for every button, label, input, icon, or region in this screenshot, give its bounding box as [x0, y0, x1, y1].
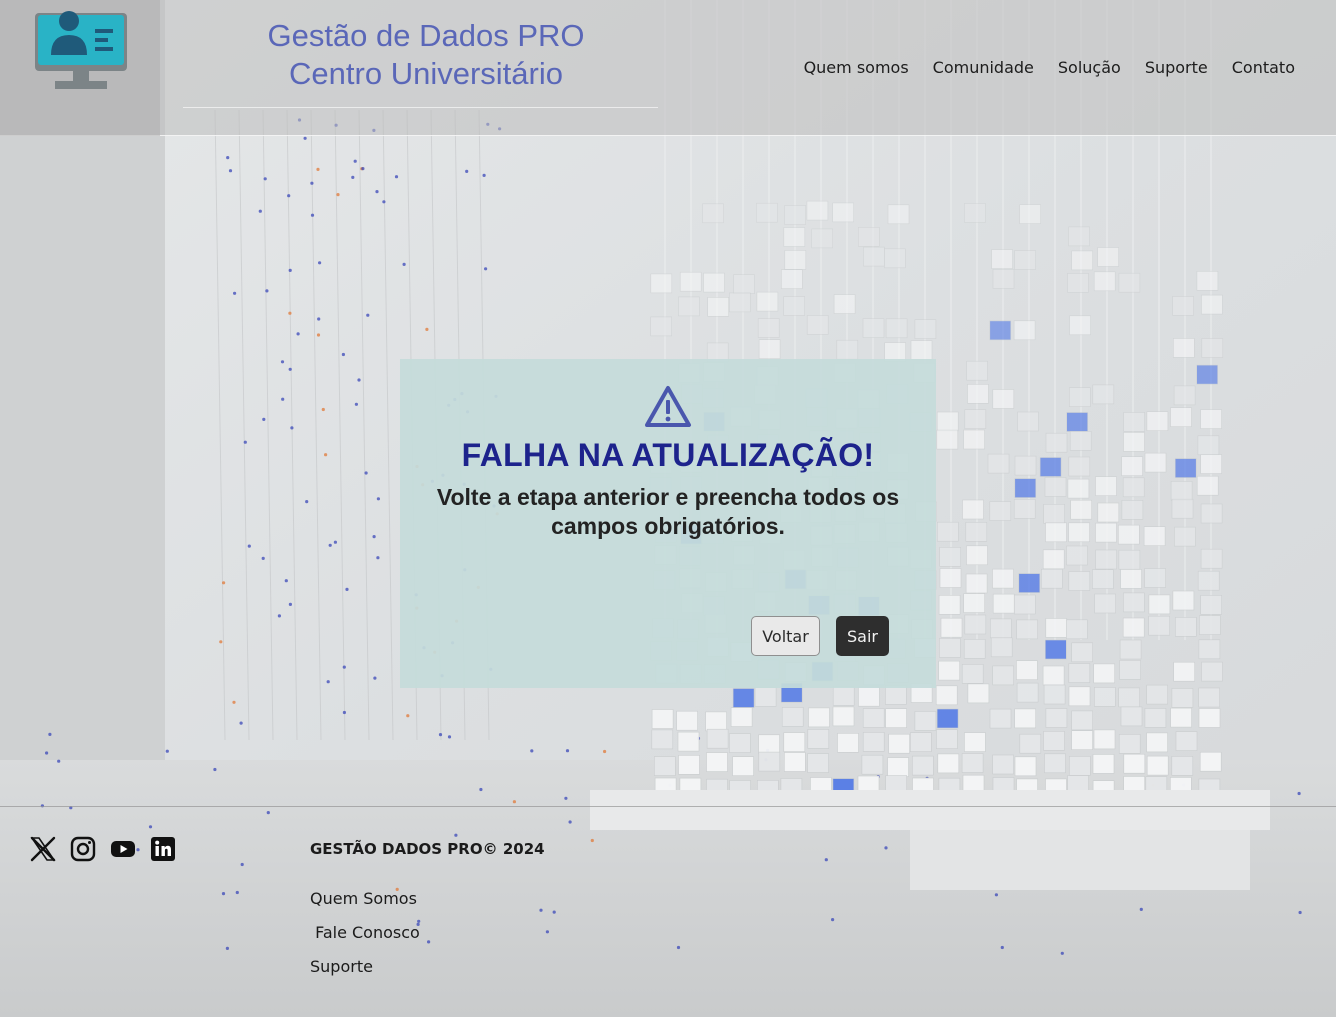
warning-triangle-icon — [645, 386, 691, 427]
error-dialog: FALHA NA ATUALIZAÇÃO! Volte a etapa ante… — [400, 359, 936, 688]
back-button[interactable]: Voltar — [751, 616, 820, 656]
footer-link-suporte[interactable]: Suporte — [310, 957, 420, 991]
x-icon[interactable] — [30, 836, 56, 862]
social-links — [30, 836, 176, 862]
dialog-message: Volte a etapa anterior e preencha todos … — [436, 484, 900, 539]
youtube-icon[interactable] — [110, 836, 136, 862]
footer-divider — [0, 806, 1336, 807]
nav-contato[interactable]: Contato — [1232, 58, 1295, 77]
footer-links: Quem Somos Fale Conosco Suporte — [310, 889, 420, 991]
nav-quem-somos[interactable]: Quem somos — [804, 58, 909, 77]
nav-solucao[interactable]: Solução — [1058, 58, 1121, 77]
nav-comunidade[interactable]: Comunidade — [933, 58, 1034, 77]
nav-suporte[interactable]: Suporte — [1145, 58, 1208, 77]
site-header: Gestão de Dados PRO Centro Universitário… — [0, 0, 1336, 136]
logo-area — [0, 0, 160, 136]
brand-title[interactable]: Gestão de Dados PRO Centro Universitário — [206, 17, 646, 93]
instagram-icon[interactable] — [70, 836, 96, 862]
computer-user-logo-icon[interactable] — [33, 9, 129, 91]
main-nav: Quem somos Comunidade Solução Suporte Co… — [804, 58, 1295, 77]
copyright-text: GESTÃO DADOS PRO© 2024 — [310, 840, 545, 858]
dialog-title: FALHA NA ATUALIZAÇÃO! — [461, 437, 875, 473]
footer-link-fale-conosco[interactable]: Fale Conosco — [310, 923, 420, 957]
brand-line-1: Gestão de Dados PRO — [267, 18, 585, 53]
brand-divider — [183, 107, 658, 108]
exit-button[interactable]: Sair — [836, 616, 889, 656]
brand-line-2: Centro Universitário — [289, 56, 563, 91]
linkedin-icon[interactable] — [150, 836, 176, 862]
footer-link-quem-somos[interactable]: Quem Somos — [310, 889, 420, 923]
